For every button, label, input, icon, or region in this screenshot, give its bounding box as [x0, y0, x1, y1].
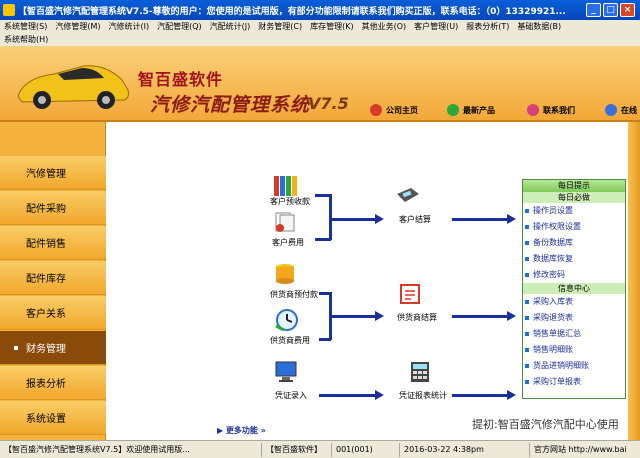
car-logo	[17, 65, 129, 109]
new-products-link[interactable]: 最新产品	[447, 104, 495, 116]
status-bar: 【智百盛汽修汽配管理系统V7.5】欢迎使用试用版... 【智百盛软件】 001(…	[0, 440, 640, 458]
customer-advance-label[interactable]: 客户预收款	[270, 196, 310, 207]
menu-bar: 系统管理(S) 汽修管理(M) 汽修统计(I) 汽配管理(Q) 汽配统计(J) 财务管理(…	[0, 20, 640, 46]
info-center-header: 信息中心	[523, 283, 625, 294]
daily-tips-panel: 每日提示 每日必做 操作员设置 操作权限设置 备份数据库 数据库恢复 修改密码 …	[522, 179, 626, 399]
online-link[interactable]: 在线	[605, 104, 637, 116]
calculator2-icon[interactable]	[407, 360, 433, 384]
status-datetime: 2016-03-22 4:38pm	[400, 442, 530, 457]
tips-item[interactable]: 数据库恢复	[523, 251, 625, 267]
menu-item[interactable]: 汽配管理(Q)	[157, 21, 202, 32]
home-icon	[370, 104, 382, 116]
menu-item[interactable]: 汽配统计(J)	[210, 21, 251, 32]
binders-icon[interactable]	[272, 174, 298, 198]
menu-item[interactable]: 汽修管理(M)	[55, 21, 100, 32]
tips-item[interactable]: 修改密码	[523, 267, 625, 283]
banner: 智百盛软件 汽修汽配管理系统 V7.5 公司主页 最新产品 联系我们 在线	[0, 46, 640, 122]
contact-icon	[527, 104, 539, 116]
menu-item[interactable]: 系统帮助(H)	[4, 34, 48, 45]
contact-link[interactable]: 联系我们	[527, 104, 575, 116]
customer-expense-label[interactable]: 客户费用	[272, 237, 304, 248]
status-user: 001(001)	[332, 442, 400, 457]
tips-item[interactable]: 操作权限设置	[523, 219, 625, 235]
sidebar-item-customer[interactable]: 客户关系	[0, 296, 106, 330]
documents-icon[interactable]	[272, 210, 298, 234]
online-icon	[605, 104, 617, 116]
hint-text: 提初:智百盛汽修汽配中心使用	[472, 418, 619, 431]
right-edge-decoration	[628, 122, 640, 440]
sidebar-item-repair[interactable]: 汽修管理	[0, 156, 106, 190]
status-app: 【智百盛汽修汽配管理系统V7.5】欢迎使用试用版...	[0, 442, 262, 457]
close-button[interactable]: ×	[620, 3, 635, 17]
voucher-report-label[interactable]: 凭证报表统计	[399, 390, 447, 401]
window-title: 【智百盛汽修汽配管理系统V7.5-尊敬的用户：您使用的是试用版，有部分功能限制请…	[18, 6, 566, 17]
product-name: 汽修汽配管理系统	[150, 94, 311, 116]
more-functions-link[interactable]: ▶ 更多功能 »	[217, 425, 266, 436]
version-label: V7.5	[308, 94, 349, 113]
monitor-icon[interactable]	[274, 360, 300, 384]
home-link[interactable]: 公司主页	[370, 104, 418, 116]
status-website[interactable]: 官方网站 http://www.bai	[530, 443, 640, 457]
product-icon	[447, 104, 459, 116]
sidebar-item-inventory[interactable]: 配件库存	[0, 261, 106, 295]
menu-item[interactable]: 报表分析(T)	[466, 21, 509, 32]
brand-name: 智百盛软件	[138, 70, 224, 89]
menu-item[interactable]: 财务管理(C)	[258, 21, 302, 32]
tips-item[interactable]: 采购订单报表	[523, 374, 625, 390]
menu-item[interactable]: 汽修统计(I)	[108, 21, 149, 32]
sidebar-item-settings[interactable]: 系统设置	[0, 401, 106, 435]
minimize-button[interactable]: _	[586, 3, 601, 17]
tips-item[interactable]: 备份数据库	[523, 235, 625, 251]
tips-item[interactable]: 货品进销明细账	[523, 358, 625, 374]
sidebar: 汽修管理 配件采购 配件销售 配件库存 客户关系 财务管理 报表分析 系统设置	[0, 122, 106, 440]
tips-item[interactable]: 采购退货表	[523, 310, 625, 326]
sidebar-item-sales[interactable]: 配件销售	[0, 226, 106, 260]
tips-item[interactable]: 销售明细账	[523, 342, 625, 358]
tips-header: 每日提示	[523, 180, 625, 192]
stack-icon[interactable]	[272, 262, 298, 286]
maximize-button[interactable]: □	[603, 3, 618, 17]
supplier-advance-label[interactable]: 供货商预付款	[270, 289, 318, 300]
voucher-entry-label[interactable]: 凭证录入	[275, 390, 307, 401]
sidebar-item-reports[interactable]: 报表分析	[0, 366, 106, 400]
active-dot-icon	[14, 345, 18, 350]
menu-item[interactable]: 系统管理(S)	[4, 21, 47, 32]
menu-item[interactable]: 库存管理(K)	[310, 21, 354, 32]
customer-settle-label[interactable]: 客户结算	[399, 214, 431, 225]
main-panel: 客户预收款 客户费用 客户结算 供货商预付款 供货商费用 供货商结算 凭证录入 …	[107, 122, 640, 440]
receipt-icon[interactable]	[397, 282, 423, 306]
tips-item[interactable]: 操作员设置	[523, 203, 625, 219]
calculator-icon[interactable]	[395, 184, 421, 208]
clock-icon[interactable]	[274, 308, 300, 332]
daily-must-do-header: 每日必做	[523, 192, 625, 203]
title-bar: 【智百盛汽修汽配管理系统V7.5-尊敬的用户：您使用的是试用版，有部分功能限制请…	[0, 0, 640, 20]
menu-item[interactable]: 客户管理(U)	[414, 21, 458, 32]
supplier-expense-label[interactable]: 供货商费用	[270, 335, 310, 346]
tips-item[interactable]: 销售单据汇总	[523, 326, 625, 342]
menu-item[interactable]: 其他业务(O)	[362, 21, 407, 32]
supplier-settle-label[interactable]: 供货商结算	[397, 312, 437, 323]
status-company: 【智百盛软件】	[262, 442, 332, 457]
tips-item[interactable]: 采购入库表	[523, 294, 625, 310]
sidebar-item-finance[interactable]: 财务管理	[0, 331, 106, 365]
sidebar-item-purchase[interactable]: 配件采购	[0, 191, 106, 225]
menu-item[interactable]: 基础数据(B)	[517, 21, 561, 32]
app-icon	[3, 4, 15, 16]
